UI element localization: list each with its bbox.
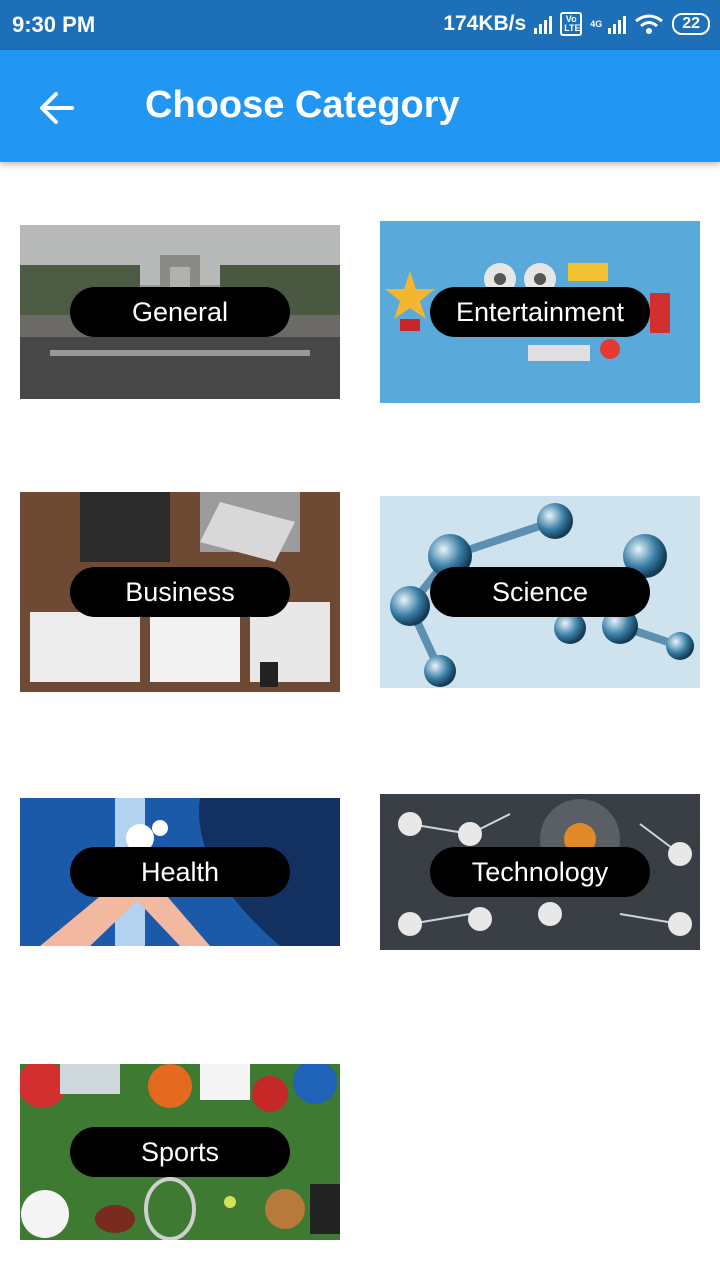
category-card-business[interactable]: Business (20, 492, 340, 692)
category-label: General (70, 287, 290, 337)
app-bar: Choose Category (0, 50, 720, 162)
category-label: Technology (430, 847, 650, 897)
signal-icon (534, 14, 553, 34)
battery-icon: 22 (672, 13, 710, 35)
category-card-general[interactable]: General (20, 225, 340, 399)
category-card-technology[interactable]: Technology (380, 794, 700, 950)
category-card-health[interactable]: Health (20, 798, 340, 946)
category-label: Health (70, 847, 290, 897)
page-title: Choose Category (145, 84, 460, 126)
category-card-entertainment[interactable]: Entertainment (380, 221, 700, 403)
arrow-left-icon[interactable] (36, 88, 76, 128)
category-label: Sports (70, 1127, 290, 1177)
signal-icon-2 (608, 14, 627, 34)
volte-icon: Vo LTE (560, 12, 583, 36)
status-indicators: 174KB/s Vo LTE 4G 22 (443, 12, 710, 36)
wifi-icon (635, 14, 664, 34)
category-label: Business (70, 567, 290, 617)
category-card-sports[interactable]: Sports (20, 1064, 340, 1240)
network-type: 4G (590, 18, 603, 29)
category-label: Entertainment (430, 287, 650, 337)
category-card-science[interactable]: Science (380, 496, 700, 688)
status-time: 9:30 PM (12, 12, 96, 37)
network-speed: 174KB/s (443, 12, 527, 35)
status-bar: 9:30 PM 174KB/s Vo LTE 4G 22 (0, 0, 720, 50)
category-label: Science (430, 567, 650, 617)
